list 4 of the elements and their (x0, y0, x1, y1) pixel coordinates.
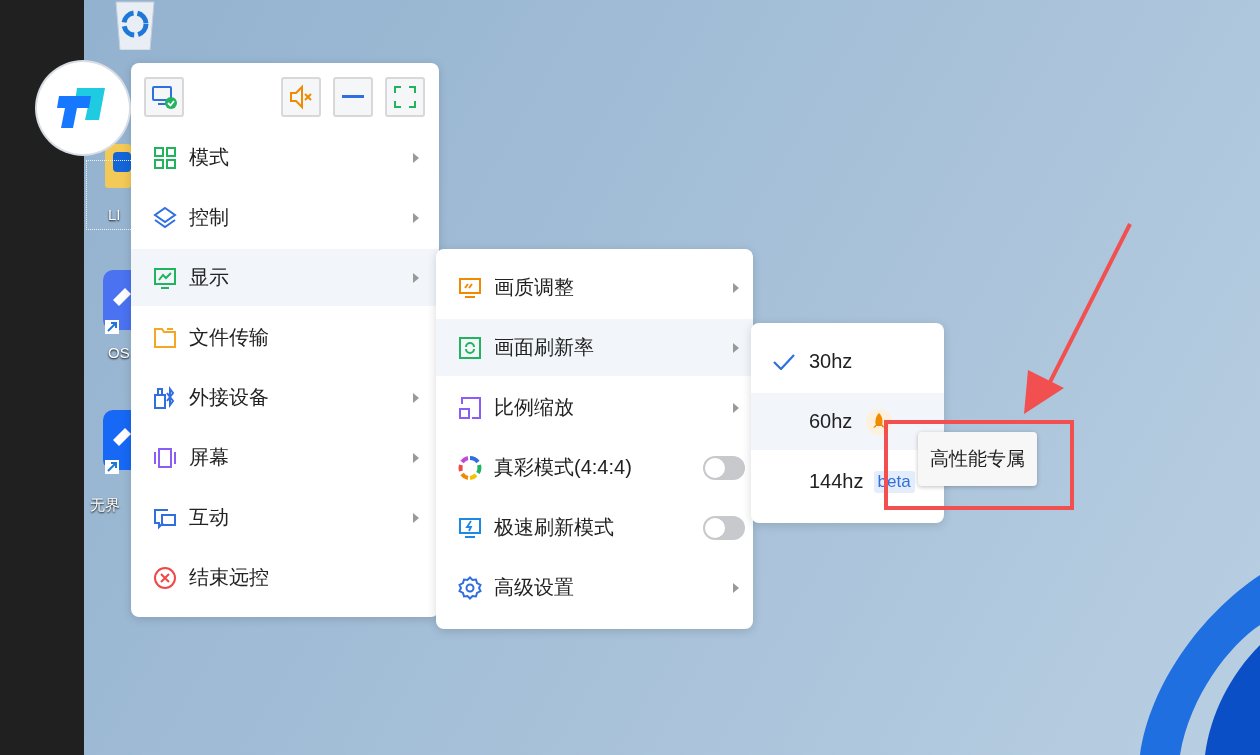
desktop-icon-label: LI (108, 206, 121, 224)
desktop-icon-label: 无界 (90, 496, 120, 514)
tooltip: 高性能专属 (918, 432, 1037, 486)
desktop-icon-label: OS (108, 344, 130, 362)
